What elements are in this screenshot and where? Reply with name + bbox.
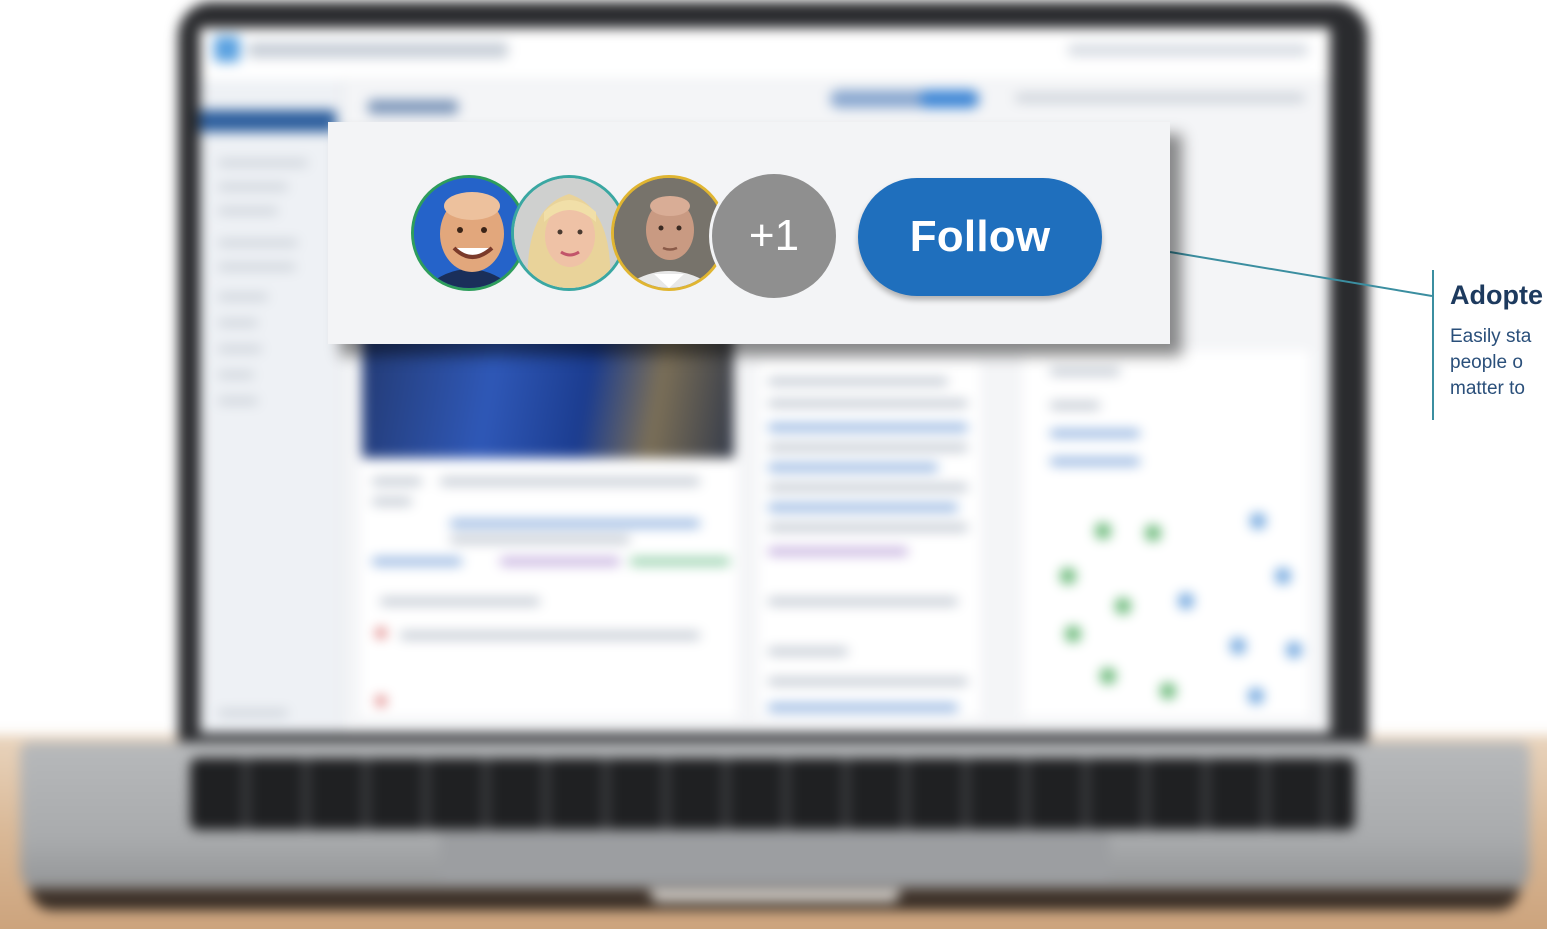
screen-text-line <box>450 536 630 543</box>
screen-sidebar <box>200 80 342 733</box>
screen-link-line <box>1050 430 1140 437</box>
screen-link-line <box>768 464 938 471</box>
follower-avatar-3[interactable] <box>611 175 727 291</box>
graph-node <box>1250 513 1266 529</box>
screen-text-line <box>768 378 948 385</box>
graph-node <box>1100 668 1116 684</box>
follow-callout-panel: +1 Follow <box>328 122 1170 344</box>
stage: +1 Follow Adopte Easily sta people o mat… <box>0 0 1547 929</box>
screen-alert-dot <box>376 696 386 706</box>
screen-link-line <box>1050 458 1140 465</box>
screen-topbar <box>200 28 1330 82</box>
graph-node <box>1115 598 1131 614</box>
screen-text-line <box>768 598 958 605</box>
screen-text-line <box>768 524 968 531</box>
graph-node <box>1065 626 1081 642</box>
screen-header-tabs <box>1015 94 1305 102</box>
screen-text-line <box>400 632 700 639</box>
graph-node <box>1286 642 1302 658</box>
screen-header-pill-active <box>920 90 978 108</box>
follower-avatar-2[interactable] <box>511 175 627 291</box>
graph-node <box>1060 568 1076 584</box>
screen-sidebar-active-item <box>200 110 336 132</box>
screen-sidebar-item <box>218 208 278 214</box>
screen-text-line <box>372 478 422 485</box>
screen-sidebar-item <box>218 346 262 352</box>
screen-text-line <box>1050 368 1120 375</box>
screen-sidebar-item <box>218 710 288 716</box>
screen-alert-dot <box>376 628 386 638</box>
screen-sidebar-item <box>218 264 296 270</box>
screen-tag-line <box>500 558 620 565</box>
screen-text-line <box>768 484 968 491</box>
screen-text-line <box>440 478 700 485</box>
annotation-line: people o <box>1450 352 1523 373</box>
graph-node <box>1230 638 1246 654</box>
laptop-keyboard <box>190 758 1355 830</box>
screen-link-line <box>372 558 462 565</box>
annotation-body: Easily sta people o matter to <box>1450 324 1547 402</box>
annotation-line: matter to <box>1450 378 1525 399</box>
follow-button[interactable]: Follow <box>858 178 1102 296</box>
screen-app-title <box>248 42 508 58</box>
laptop-trackpad <box>440 832 1110 882</box>
person-avatar-icon <box>414 178 524 288</box>
screen-text-line <box>768 678 968 685</box>
follower-avatar-1[interactable] <box>411 175 527 291</box>
screen-sidebar-item <box>218 160 308 166</box>
feature-annotation: Adopte Easily sta people o matter to <box>1432 270 1547 420</box>
person-avatar-icon <box>514 178 624 288</box>
screen-middle-card <box>756 358 983 720</box>
screen-sidebar-item <box>218 372 254 378</box>
graph-node <box>1275 568 1291 584</box>
annotation-title: Adopte <box>1450 280 1543 310</box>
screen-text-line <box>380 598 540 605</box>
laptop-notch <box>650 890 900 902</box>
screen-sidebar-item <box>218 294 268 300</box>
graph-node <box>1095 523 1111 539</box>
screen-sidebar-item <box>218 320 258 326</box>
annotation-line: Easily sta <box>1450 326 1532 347</box>
screen-text-line <box>372 498 412 505</box>
screen-text-line <box>1050 402 1100 409</box>
screen-sidebar-item <box>218 398 258 404</box>
screen-link-line <box>768 504 958 511</box>
screen-link-line <box>768 424 968 431</box>
screen-tag-line <box>630 558 730 565</box>
screen-text-line <box>768 648 848 655</box>
screen-sidebar-item <box>218 184 288 190</box>
graph-node <box>1145 525 1161 541</box>
screen-tag-line <box>768 548 908 555</box>
screen-sidebar-item <box>218 240 298 246</box>
screen-text-line <box>768 444 968 451</box>
screen-feed-photo <box>362 328 734 458</box>
graph-node <box>1160 683 1176 699</box>
screen-link-line <box>450 520 700 527</box>
person-avatar-icon <box>614 178 724 288</box>
graph-node <box>1178 593 1194 609</box>
screen-page-title <box>368 100 458 114</box>
screen-topbar-actions <box>1068 44 1308 56</box>
screen-link-line <box>768 704 958 711</box>
graph-node <box>1248 688 1264 704</box>
screen-text-line <box>768 400 968 407</box>
screen-logo-icon <box>214 36 240 62</box>
more-followers-count[interactable]: +1 <box>712 174 836 298</box>
